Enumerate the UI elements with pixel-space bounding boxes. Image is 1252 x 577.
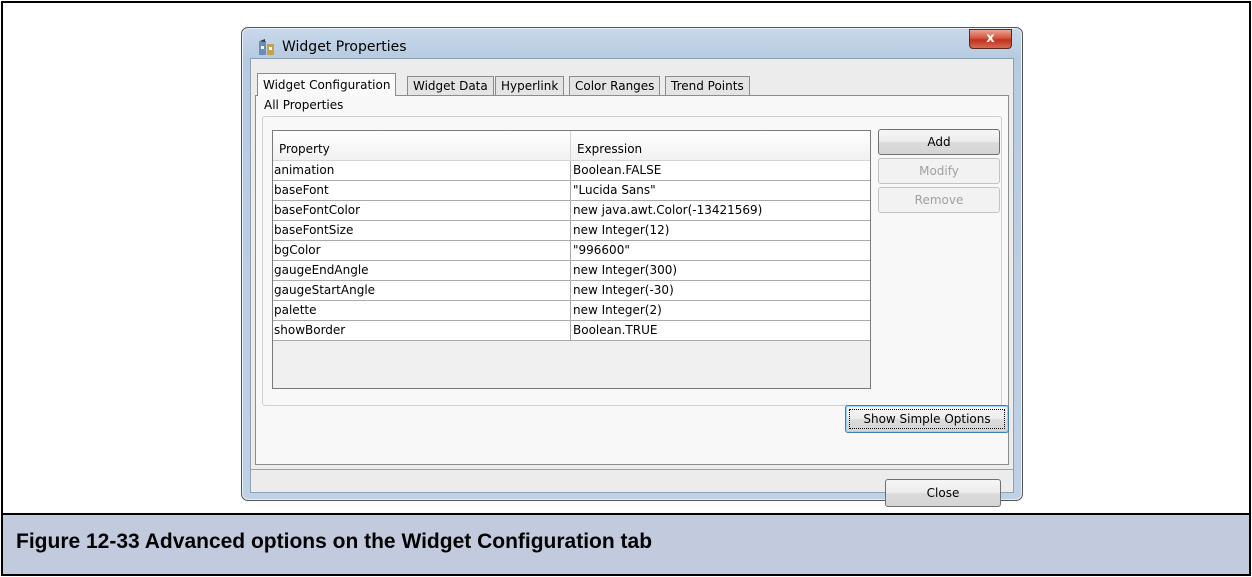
property-cell: palette <box>273 301 571 320</box>
expression-cell: new Integer(-30) <box>573 283 674 297</box>
title-bar[interactable]: Widget Properties x <box>242 28 1022 58</box>
expression-cell: "996600" <box>573 243 630 257</box>
column-header-property[interactable]: Property <box>273 131 571 160</box>
tab-panel-widget-configuration: All Properties Property Expression anima… <box>255 95 1009 465</box>
tab-trend-points[interactable]: Trend Points <box>665 76 750 95</box>
add-button-label: Add <box>927 135 951 149</box>
table-row[interactable]: palette new Integer(2) <box>273 301 870 321</box>
property-cell: gaugeStartAngle <box>273 281 571 300</box>
expression-cell: "Lucida Sans" <box>573 183 656 197</box>
window-title: Widget Properties <box>282 39 407 55</box>
figure-caption: Figure 12-33 Advanced options on the Wid… <box>16 530 653 553</box>
table-row[interactable]: baseFont "Lucida Sans" <box>273 181 870 201</box>
table-row[interactable]: gaugeEndAngle new Integer(300) <box>273 261 870 281</box>
column-header-expression[interactable]: Expression <box>571 131 870 160</box>
remove-button-label: Remove <box>914 193 964 207</box>
property-cell: showBorder <box>273 321 571 340</box>
close-button[interactable]: Close <box>885 479 1001 507</box>
close-window-button[interactable]: x <box>969 29 1012 49</box>
table-row[interactable]: animation Boolean.FALSE <box>273 161 870 181</box>
table-row[interactable]: showBorder Boolean.TRUE <box>273 321 870 341</box>
figure-caption-bar: Figure 12-33 Advanced options on the Wid… <box>3 513 1249 574</box>
show-simple-options-button[interactable]: Show Simple Options <box>845 405 1009 433</box>
tab-widget-configuration[interactable]: Widget Configuration <box>257 73 397 96</box>
expression-cell: Boolean.FALSE <box>573 163 662 177</box>
show-simple-options-label: Show Simple Options <box>863 412 991 426</box>
table-row[interactable]: baseFontColor new java.awt.Color(-1342156… <box>273 201 870 221</box>
table-header: Property Expression <box>273 131 870 161</box>
modify-button[interactable]: Modify <box>878 158 1000 184</box>
close-icon: x <box>986 31 995 46</box>
expression-cell: new Integer(300) <box>573 263 678 277</box>
widget-properties-window: Widget Properties x Widget Configuration… <box>241 27 1023 507</box>
expression-cell: new Integer(2) <box>573 303 662 317</box>
property-cell: baseFont <box>273 181 571 200</box>
remove-button[interactable]: Remove <box>878 187 1000 213</box>
add-button[interactable]: Add <box>878 129 1000 155</box>
property-cell: animation <box>273 161 571 180</box>
expression-cell: new java.awt.Color(-13421569) <box>573 203 763 217</box>
tab-color-ranges[interactable]: Color Ranges <box>569 76 661 95</box>
expression-cell: Boolean.TRUE <box>573 323 658 337</box>
property-cell: baseFontSize <box>273 221 571 240</box>
figure-frame: Widget Properties x Widget Configuration… <box>1 1 1251 576</box>
tab-widget-data[interactable]: Widget Data <box>407 76 494 95</box>
all-properties-label: All Properties <box>264 98 344 112</box>
table-row[interactable]: bgColor "996600" <box>273 241 870 261</box>
modify-button-label: Modify <box>919 164 959 178</box>
properties-table[interactable]: Property Expression animation Boolean.FAL… <box>272 130 871 389</box>
app-icon <box>259 39 274 55</box>
dialog-client-area: Widget Configuration Widget Data Hyperli… <box>250 58 1014 507</box>
tab-hyperlink[interactable]: Hyperlink <box>495 76 565 95</box>
property-cell: baseFontColor <box>273 201 571 220</box>
button-bar-divider <box>251 469 1013 470</box>
close-button-label: Close <box>926 486 960 500</box>
expression-cell: new Integer(12) <box>573 223 670 237</box>
table-row[interactable]: baseFontSize new Integer(12) <box>273 221 870 241</box>
property-cell: bgColor <box>273 241 571 260</box>
property-cell: gaugeEndAngle <box>273 261 571 280</box>
table-row[interactable]: gaugeStartAngle new Integer(-30) <box>273 281 870 301</box>
